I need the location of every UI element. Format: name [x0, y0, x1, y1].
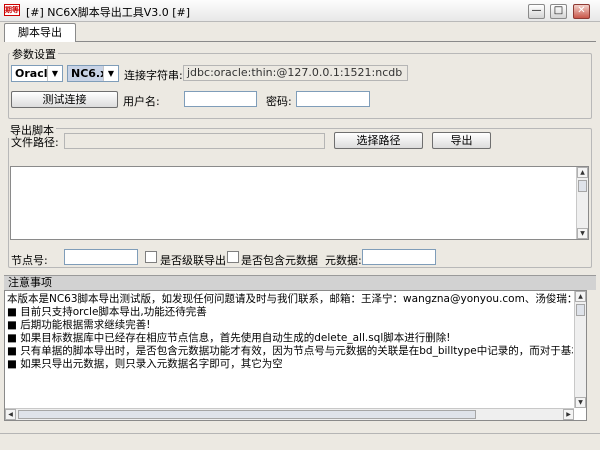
meta-label: 元数据: — [325, 254, 362, 267]
window-title: [#] NC6X脚本导出工具V3.0 [#] — [26, 6, 191, 19]
include-meta-checkbox[interactable] — [227, 251, 239, 263]
scroll-thumb[interactable] — [576, 304, 585, 316]
file-path-input[interactable] — [64, 133, 325, 149]
notes-vscrollbar[interactable]: ▲ ▼ — [574, 291, 586, 408]
db-type-select[interactable]: Oracle ▼ — [11, 65, 63, 82]
export-button[interactable]: 导出 — [432, 132, 491, 149]
password-label: 密码: — [266, 95, 292, 108]
test-connection-button[interactable]: 测试连接 — [11, 91, 118, 108]
scroll-thumb[interactable] — [18, 410, 476, 419]
include-meta-label: 是否包含元数据 — [241, 254, 318, 267]
meta-input[interactable] — [362, 249, 436, 265]
scroll-down-icon[interactable]: ▼ — [577, 228, 588, 239]
note-line: ■ 后期功能根据需求继续完善! — [7, 319, 151, 331]
params-group-title: 参数设置 — [10, 46, 58, 62]
choose-path-button[interactable]: 选择路径 — [334, 132, 423, 149]
params-group — [8, 53, 592, 119]
node-input[interactable] — [64, 249, 138, 265]
node-label: 节点号: — [11, 254, 48, 267]
cascade-label: 是否级联导出 — [160, 254, 226, 267]
note-line: 本版本是NC63脚本导出测试版，如发现任何问题请及时与我们联系，邮箱：王泽宁：w… — [7, 293, 573, 305]
maximize-button[interactable]: □ — [550, 4, 567, 19]
maximize-icon: □ — [553, 5, 564, 16]
scroll-up-icon[interactable]: ▲ — [575, 291, 586, 302]
nc-version-select[interactable]: NC6.x ▼ — [67, 65, 119, 82]
status-bar — [0, 433, 600, 450]
close-button[interactable]: ✕ — [573, 4, 590, 19]
minimize-icon: — — [531, 5, 542, 16]
conn-string-label: 连接字符串: — [124, 69, 183, 82]
note-line: ■ 只有单据的脚本导出时，是否包含元数据功能才有效，因为节点号与元数据的关联是在… — [7, 345, 573, 357]
export-log-area[interactable]: ▲ ▼ — [10, 166, 589, 240]
scroll-down-icon[interactable]: ▼ — [575, 397, 586, 408]
chevron-down-icon: ▼ — [103, 66, 118, 81]
notes-header: 注意事项 — [4, 275, 596, 290]
username-input[interactable] — [184, 91, 257, 107]
notes-text: 本版本是NC63脚本导出测试版，如发现任何问题请及时与我们联系，邮箱：王泽宁：w… — [7, 293, 573, 371]
notes-hscrollbar[interactable]: ◀ ▶ — [5, 408, 574, 420]
username-label: 用户名: — [123, 95, 160, 108]
note-line: ■ 如果只导出元数据，则只录入元数据名字即可，其它为空 — [7, 358, 283, 370]
tab-script-export[interactable]: 脚本导出 — [4, 23, 76, 42]
nc-version-value: NC6.x — [71, 67, 108, 80]
notes-area[interactable]: 本版本是NC63脚本导出测试版，如发现任何问题请及时与我们联系，邮箱：王泽宁：w… — [4, 290, 587, 421]
file-path-label: 文件路径: — [11, 136, 59, 149]
title-bar[interactable]: 期等 [#] NC6X脚本导出工具V3.0 [#] — □ ✕ — [0, 0, 600, 22]
export-log-scrollbar[interactable]: ▲ ▼ — [576, 167, 588, 239]
password-input[interactable] — [296, 91, 370, 107]
scroll-left-icon[interactable]: ◀ — [5, 409, 16, 420]
note-line: ■ 如果目标数据库中已经存在相应节点信息，首先使用自动生成的delete_all… — [7, 332, 451, 344]
scroll-right-icon[interactable]: ▶ — [563, 409, 574, 420]
minimize-button[interactable]: — — [528, 4, 545, 19]
scroll-thumb[interactable] — [578, 180, 587, 192]
conn-string-input[interactable]: jdbc:oracle:thin:@127.0.0.1:1521:ncdb — [183, 65, 408, 81]
chevron-down-icon: ▼ — [47, 66, 62, 81]
close-icon: ✕ — [577, 5, 586, 16]
note-line: ■ 目前只支持orcle脚本导出,功能还待完善 — [7, 306, 207, 318]
app-icon: 期等 — [4, 4, 20, 16]
scroll-up-icon[interactable]: ▲ — [577, 167, 588, 178]
cascade-checkbox[interactable] — [145, 251, 157, 263]
